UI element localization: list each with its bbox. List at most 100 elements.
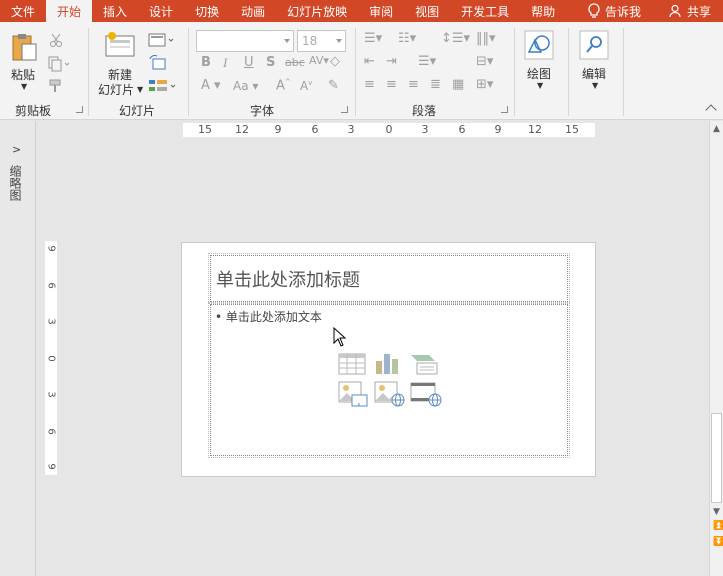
paragraph-group-label: 段落: [412, 104, 437, 118]
paste-button[interactable]: 粘贴 ▼: [8, 32, 42, 92]
clipboard-group-label: 剪贴板: [15, 104, 52, 118]
tab-view[interactable]: 视图: [404, 0, 450, 22]
new-slide-label-2: 幻灯片: [98, 83, 135, 97]
chevron-down-icon: [336, 39, 342, 43]
insert-chart-icon[interactable]: [374, 351, 402, 375]
highlight-icon[interactable]: ✎: [328, 78, 339, 93]
bullets-icon[interactable]: ☰▾: [364, 31, 382, 46]
separator: [88, 28, 89, 116]
ruler-tick: 6: [458, 123, 466, 136]
ruler-tick: 6: [45, 282, 57, 289]
layout-icon[interactable]: [148, 33, 174, 47]
text-direction-icon[interactable]: ☰▾: [418, 54, 436, 69]
justify-icon[interactable]: ≣: [430, 77, 441, 92]
decrease-font-button[interactable]: Av: [300, 79, 312, 93]
tab-home[interactable]: 开始: [46, 0, 93, 22]
title-placeholder-text: 单击此处添加标题: [216, 270, 360, 291]
separator: [623, 28, 624, 116]
align-right-icon[interactable]: ≡: [408, 77, 419, 92]
horizontal-ruler: 15 12 9 6 3 0 3 6 9 12 15: [183, 123, 595, 137]
tab-help[interactable]: 帮助: [520, 0, 566, 22]
ruler-tick: 0: [45, 355, 57, 362]
ruler-tick: 9: [274, 123, 282, 136]
drawing-label: 绘图: [527, 67, 552, 81]
align-center-icon[interactable]: ≡: [386, 77, 397, 92]
vertical-ruler: 9 6 3 0 3 6 9: [45, 241, 57, 475]
insert-online-picture-icon[interactable]: [374, 381, 406, 407]
share-button[interactable]: 共享: [651, 3, 723, 20]
tab-insert[interactable]: 插入: [92, 0, 138, 22]
thumbnail-pane: > 缩略图: [0, 121, 36, 576]
strikethrough-button[interactable]: abc: [285, 56, 305, 69]
drawing-button[interactable]: 绘图 ▼: [522, 30, 558, 96]
copy-icon[interactable]: [48, 56, 70, 72]
change-case-button[interactable]: Aa ▾: [233, 79, 258, 93]
bold-button[interactable]: B: [201, 55, 211, 70]
slide-canvas[interactable]: 单击此处添加标题 • 单击此处添加文本: [181, 242, 596, 477]
font-size-input[interactable]: 18: [297, 30, 346, 52]
align-text-icon[interactable]: ⊟▾: [476, 54, 493, 69]
columns-icon[interactable]: ‖‖▾: [476, 31, 496, 46]
content-placeholder[interactable]: • 单击此处添加文本: [208, 302, 570, 458]
paragraph-launcher[interactable]: [501, 106, 508, 113]
tab-slideshow[interactable]: 幻灯片放映: [276, 0, 358, 22]
expand-thumbnails-icon[interactable]: >: [12, 143, 21, 156]
align-left-icon[interactable]: ≡: [364, 77, 375, 92]
ruler-tick: 6: [45, 428, 57, 435]
tab-review[interactable]: 审阅: [358, 0, 404, 22]
tab-file[interactable]: 文件: [0, 0, 46, 22]
tab-developer[interactable]: 开发工具: [450, 0, 520, 22]
clear-format-icon[interactable]: ◇: [330, 54, 340, 69]
mouse-cursor-icon: [333, 327, 347, 347]
new-slide-button[interactable]: 新建 幻灯片 ▼: [98, 30, 144, 97]
ruler-tick: 0: [385, 123, 393, 136]
font-launcher[interactable]: [341, 106, 348, 113]
ruler-tick: 3: [45, 318, 57, 325]
tell-me-box[interactable]: 告诉我: [577, 3, 651, 20]
vertical-scrollbar[interactable]: ▲ ▼ ⏫ ⏬: [709, 121, 723, 576]
font-name-input[interactable]: [196, 30, 294, 52]
section-icon[interactable]: [148, 78, 176, 94]
slide-edit-area: 15 12 9 6 3 0 3 6 9 12 15 9 6 3 0 3 6 9 …: [37, 121, 709, 576]
share-label: 共享: [686, 4, 711, 19]
tab-animations[interactable]: 动画: [230, 0, 276, 22]
insert-video-icon[interactable]: [410, 381, 442, 407]
lightbulb-icon: [588, 3, 600, 18]
insert-table-icon[interactable]: [338, 353, 366, 375]
chevron-down-icon: [284, 39, 290, 43]
cut-icon[interactable]: [48, 32, 64, 48]
insert-smartart-icon[interactable]: [409, 353, 439, 375]
numbering-icon[interactable]: ☷▾: [398, 31, 416, 46]
clipboard-launcher[interactable]: [76, 106, 83, 113]
title-placeholder[interactable]: 单击此处添加标题: [208, 253, 570, 304]
next-slide-icon[interactable]: ⏬: [713, 537, 723, 547]
new-slide-icon: [105, 32, 135, 57]
separator: [514, 28, 515, 116]
previous-slide-icon[interactable]: ⏫: [713, 521, 723, 531]
scroll-up-icon[interactable]: ▲: [713, 124, 720, 134]
smartart-icon[interactable]: ⊞▾: [476, 77, 493, 92]
font-group-label: 字体: [250, 104, 275, 118]
char-spacing-button[interactable]: AV▾: [309, 54, 329, 67]
ribbon-tab-bar: 文件 开始 插入 设计 切换 动画 幻灯片放映 审阅 视图 开发工具 帮助 告诉…: [0, 0, 723, 22]
format-painter-icon[interactable]: [48, 78, 64, 94]
tab-transitions[interactable]: 切换: [184, 0, 230, 22]
reset-icon[interactable]: [148, 55, 166, 71]
insert-picture-icon[interactable]: [338, 381, 368, 407]
ruler-tick: 12: [235, 123, 249, 136]
tab-design[interactable]: 设计: [138, 0, 184, 22]
increase-indent-icon[interactable]: ⇥: [386, 54, 397, 69]
decrease-indent-icon[interactable]: ⇤: [364, 54, 375, 69]
distributed-icon[interactable]: ▦: [452, 77, 464, 92]
italic-button[interactable]: I: [223, 55, 227, 71]
collapse-ribbon-icon[interactable]: [705, 104, 717, 116]
underline-button[interactable]: U: [244, 55, 254, 70]
line-spacing-icon[interactable]: ↕☰▾: [441, 31, 470, 46]
editing-button[interactable]: 编辑 ▼: [577, 30, 613, 96]
paste-label: 粘贴: [11, 68, 36, 82]
shadow-button[interactable]: S: [266, 55, 275, 70]
scrollbar-thumb[interactable]: [711, 413, 722, 503]
increase-font-button[interactable]: A^: [276, 78, 291, 93]
scroll-down-icon[interactable]: ▼: [713, 507, 720, 517]
font-color-button[interactable]: A ▾: [201, 78, 221, 93]
